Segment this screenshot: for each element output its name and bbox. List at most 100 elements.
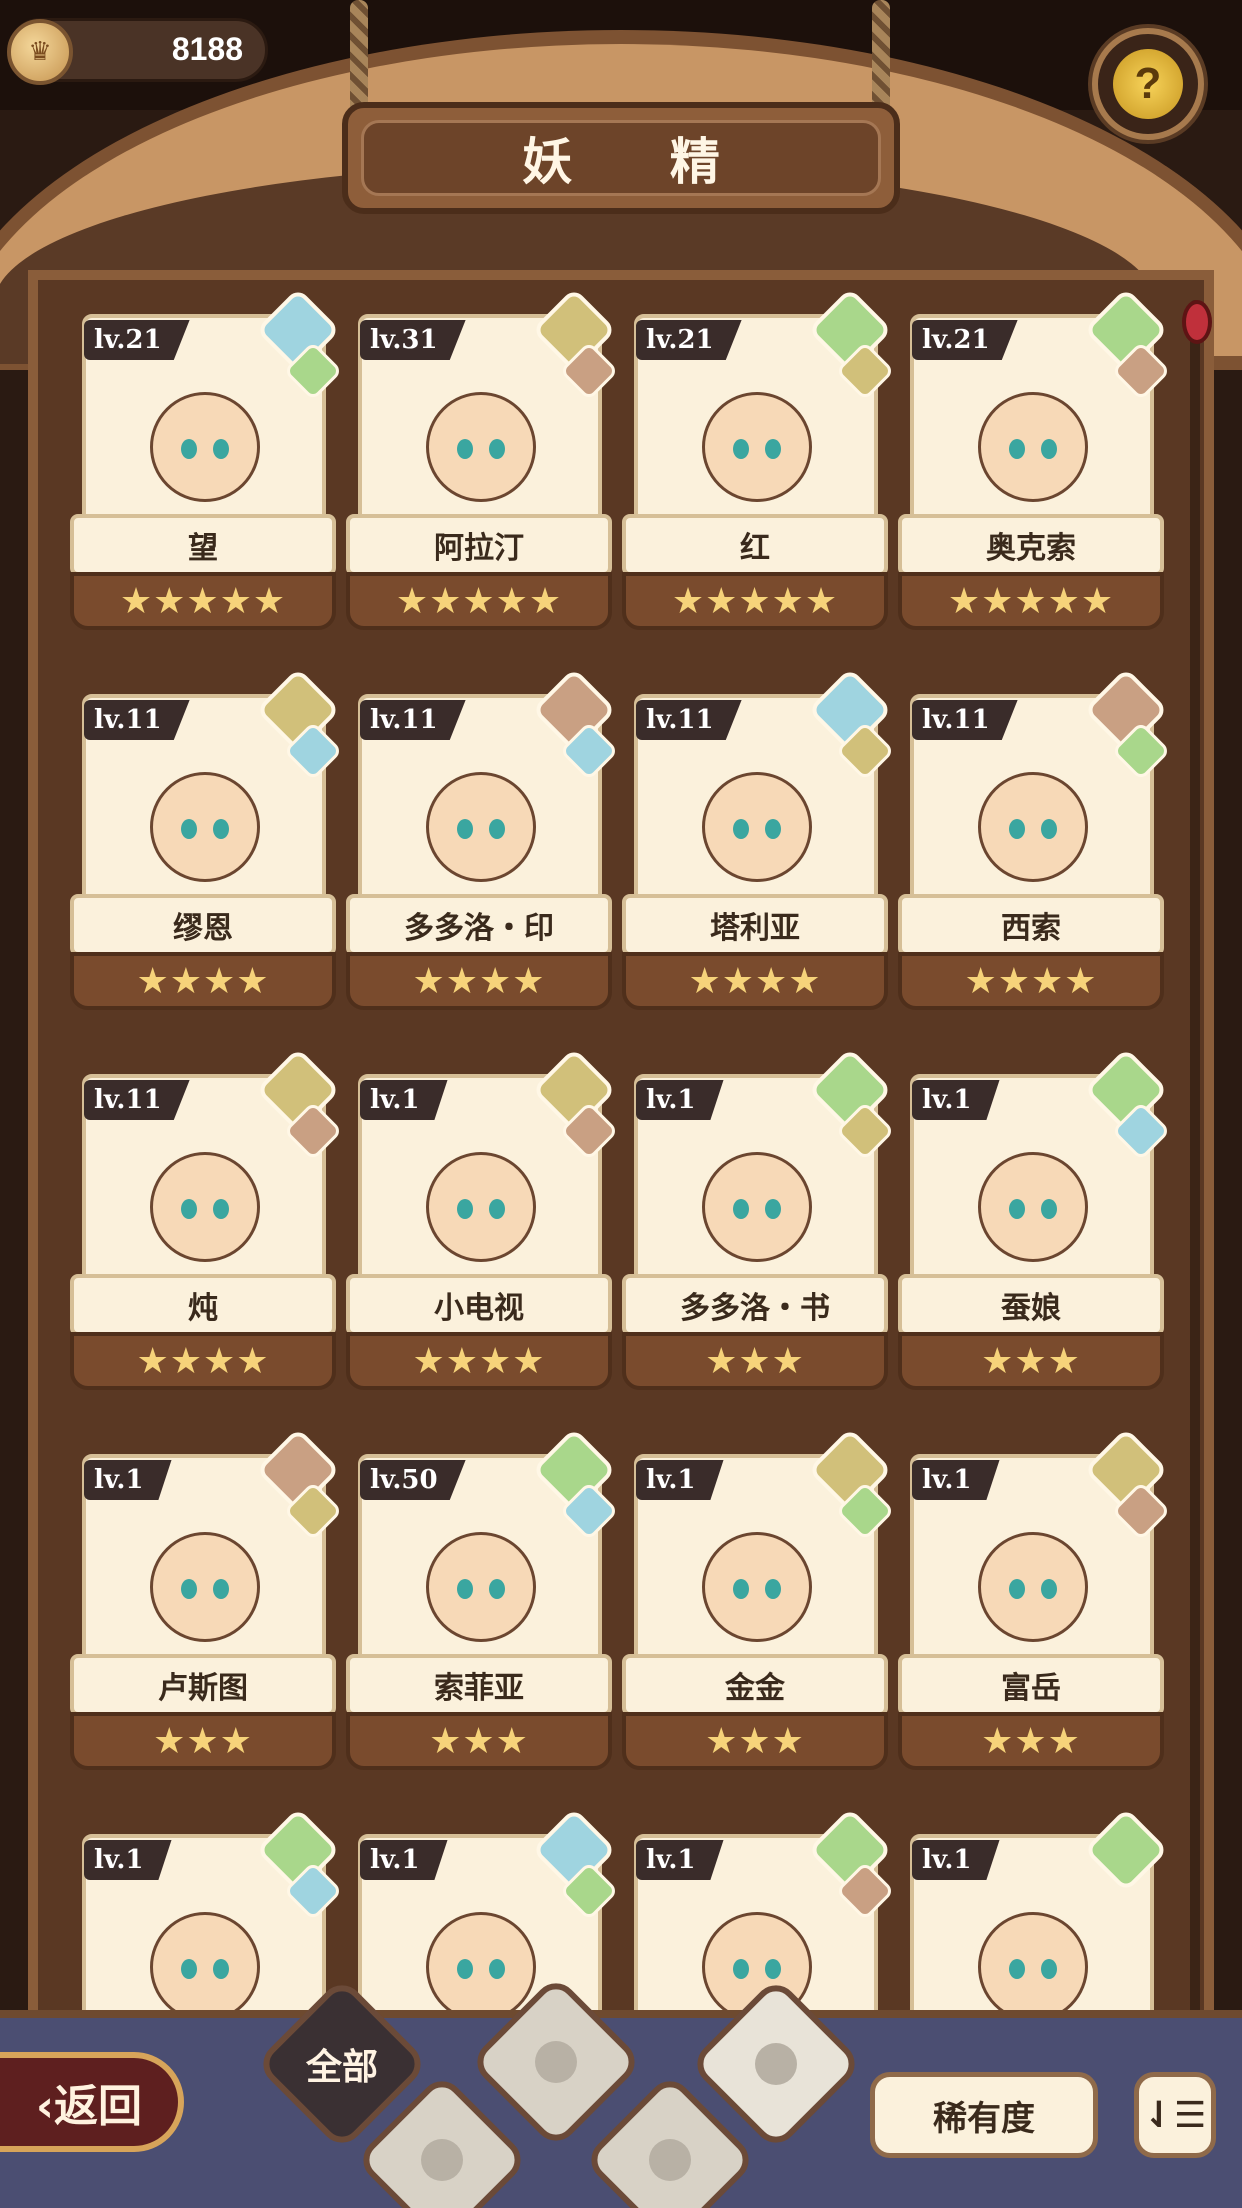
fairy-card[interactable]: lv.11 西索 ★★★★: [898, 667, 1171, 1012]
fairy-level: lv.11: [84, 1080, 190, 1120]
fairy-level: lv.11: [84, 700, 190, 740]
fairy-level: lv.1: [636, 1080, 724, 1120]
earth-icon: [649, 2139, 691, 2181]
fairy-name: 小电视: [346, 1274, 612, 1336]
fairy-level: lv.11: [360, 700, 466, 740]
fairy-stars: ★★★★: [622, 952, 888, 1010]
fairy-name: 西索: [898, 894, 1164, 956]
fairy-stars: ★★★: [622, 1712, 888, 1770]
fairy-card[interactable]: lv.1 卢斯图 ★★★: [70, 1427, 343, 1772]
fairy-card[interactable]: lv.31 阿拉汀 ★★★★★: [346, 287, 619, 632]
fairy-level: lv.1: [912, 1460, 1000, 1500]
fairy-level: lv.1: [84, 1840, 172, 1880]
fairy-portrait: [396, 1122, 566, 1292]
fairy-card[interactable]: lv.50 索菲亚 ★★★: [346, 1427, 619, 1772]
fairy-card[interactable]: lv.21 奥克索 ★★★★★: [898, 287, 1171, 632]
tab-all-label: 全部: [305, 2046, 379, 2088]
fairy-level: lv.21: [84, 320, 190, 360]
page-title: 妖 精: [361, 120, 881, 196]
help-button[interactable]: ?: [1092, 28, 1204, 140]
fairy-name: 多多洛・书: [622, 1274, 888, 1336]
fairy-stars: ★★★★★: [70, 572, 336, 630]
fairy-name: 塔利亚: [622, 894, 888, 956]
fairy-level: lv.1: [636, 1840, 724, 1880]
fairy-name: 卢斯图: [70, 1654, 336, 1716]
fairy-level: lv.21: [912, 320, 1018, 360]
fairy-name: 阿拉汀: [346, 514, 612, 576]
scrollbar-thumb[interactable]: [1182, 300, 1212, 344]
help-sprout-icon: ?: [1113, 49, 1183, 119]
fairy-name: 炖: [70, 1274, 336, 1336]
scrollbar-track[interactable]: [1190, 300, 1200, 2020]
fairy-portrait: [948, 742, 1118, 912]
fairy-stars: ★★★: [898, 1332, 1164, 1390]
fairy-portrait: [396, 742, 566, 912]
sprout-icon: [421, 2139, 463, 2181]
fairy-portrait: [120, 1122, 290, 1292]
fairy-name: 望: [70, 514, 336, 576]
fairy-stars: ★★★★: [70, 952, 336, 1010]
fairy-stars: ★★★★★: [622, 572, 888, 630]
fairy-stars: ★★★★★: [346, 572, 612, 630]
fairy-level: lv.11: [636, 700, 742, 740]
fairy-name: 索菲亚: [346, 1654, 612, 1716]
fairy-card[interactable]: lv.1 富岳 ★★★: [898, 1427, 1171, 1772]
fairy-card[interactable]: lv.21 红 ★★★★★: [622, 287, 895, 632]
fairy-card[interactable]: lv.21 望 ★★★★★: [70, 287, 343, 632]
currency-display: ♛ 8188: [7, 18, 268, 85]
fairy-level: lv.1: [912, 1080, 1000, 1120]
currency-value: 8188: [171, 31, 243, 67]
sort-rarity-button[interactable]: 稀有度: [870, 2072, 1098, 2158]
fairy-level: lv.11: [912, 700, 1018, 740]
fairy-name: 蚕娘: [898, 1274, 1164, 1336]
fairy-stars: ★★★★★: [898, 572, 1164, 630]
fairy-grid: lv.21 望 ★★★★★ lv.31 阿拉汀 ★★★★★ lv.21 红 ★★…: [70, 287, 1180, 2152]
fairy-card[interactable]: lv.1 小电视 ★★★★: [346, 1047, 619, 1392]
fairy-name: 缪恩: [70, 894, 336, 956]
sort-order-button[interactable]: ⇃☰: [1134, 2072, 1216, 2158]
fairy-portrait: [672, 1502, 842, 1672]
fairy-card[interactable]: lv.1 蚕娘 ★★★: [898, 1047, 1171, 1392]
fairy-portrait: [948, 1502, 1118, 1672]
fairy-stars: ★★★★: [346, 1332, 612, 1390]
fairy-portrait: [672, 742, 842, 912]
fairy-stars: ★★★★: [898, 952, 1164, 1010]
fairy-portrait: [120, 1502, 290, 1672]
fairy-card[interactable]: lv.1 多多洛・书 ★★★: [622, 1047, 895, 1392]
fairy-card[interactable]: lv.11 缪恩 ★★★★: [70, 667, 343, 1012]
fairy-portrait: [948, 362, 1118, 532]
fairy-stars: ★★★: [70, 1712, 336, 1770]
fairy-card[interactable]: lv.1 金金 ★★★: [622, 1427, 895, 1772]
water-drop-icon: [535, 2041, 577, 2083]
fairy-card[interactable]: lv.11 塔利亚 ★★★★: [622, 667, 895, 1012]
fairy-name: 多多洛・印: [346, 894, 612, 956]
fairy-portrait: [120, 362, 290, 532]
fairy-stars: ★★★: [346, 1712, 612, 1770]
fairy-portrait: [396, 362, 566, 532]
mountain-icon: [755, 2043, 797, 2085]
fairy-portrait: [396, 1502, 566, 1672]
fairy-level: lv.1: [636, 1460, 724, 1500]
fairy-stars: ★★★: [622, 1332, 888, 1390]
fairy-name: 奥克索: [898, 514, 1164, 576]
fairy-level: lv.1: [360, 1840, 448, 1880]
fairy-portrait: [948, 1122, 1118, 1292]
fairy-level: lv.21: [636, 320, 742, 360]
back-button[interactable]: ‹返回: [0, 2052, 184, 2152]
fairy-level: lv.1: [84, 1460, 172, 1500]
coin-icon: ♛: [7, 19, 73, 85]
fairy-portrait: [672, 1122, 842, 1292]
fairy-portrait: [672, 362, 842, 532]
fairy-stars: ★★★★: [70, 1332, 336, 1390]
fairy-card[interactable]: lv.11 多多洛・印 ★★★★: [346, 667, 619, 1012]
fairy-level: lv.1: [360, 1080, 448, 1120]
fairy-stars: ★★★: [898, 1712, 1164, 1770]
fairy-level: lv.1: [912, 1840, 1000, 1880]
title-plate: 妖 精: [342, 102, 900, 214]
fairy-name: 红: [622, 514, 888, 576]
fairy-level: lv.31: [360, 320, 466, 360]
fairy-portrait: [120, 742, 290, 912]
fairy-card[interactable]: lv.11 炖 ★★★★: [70, 1047, 343, 1392]
fairy-level: lv.50: [360, 1460, 466, 1500]
fairy-stars: ★★★★: [346, 952, 612, 1010]
